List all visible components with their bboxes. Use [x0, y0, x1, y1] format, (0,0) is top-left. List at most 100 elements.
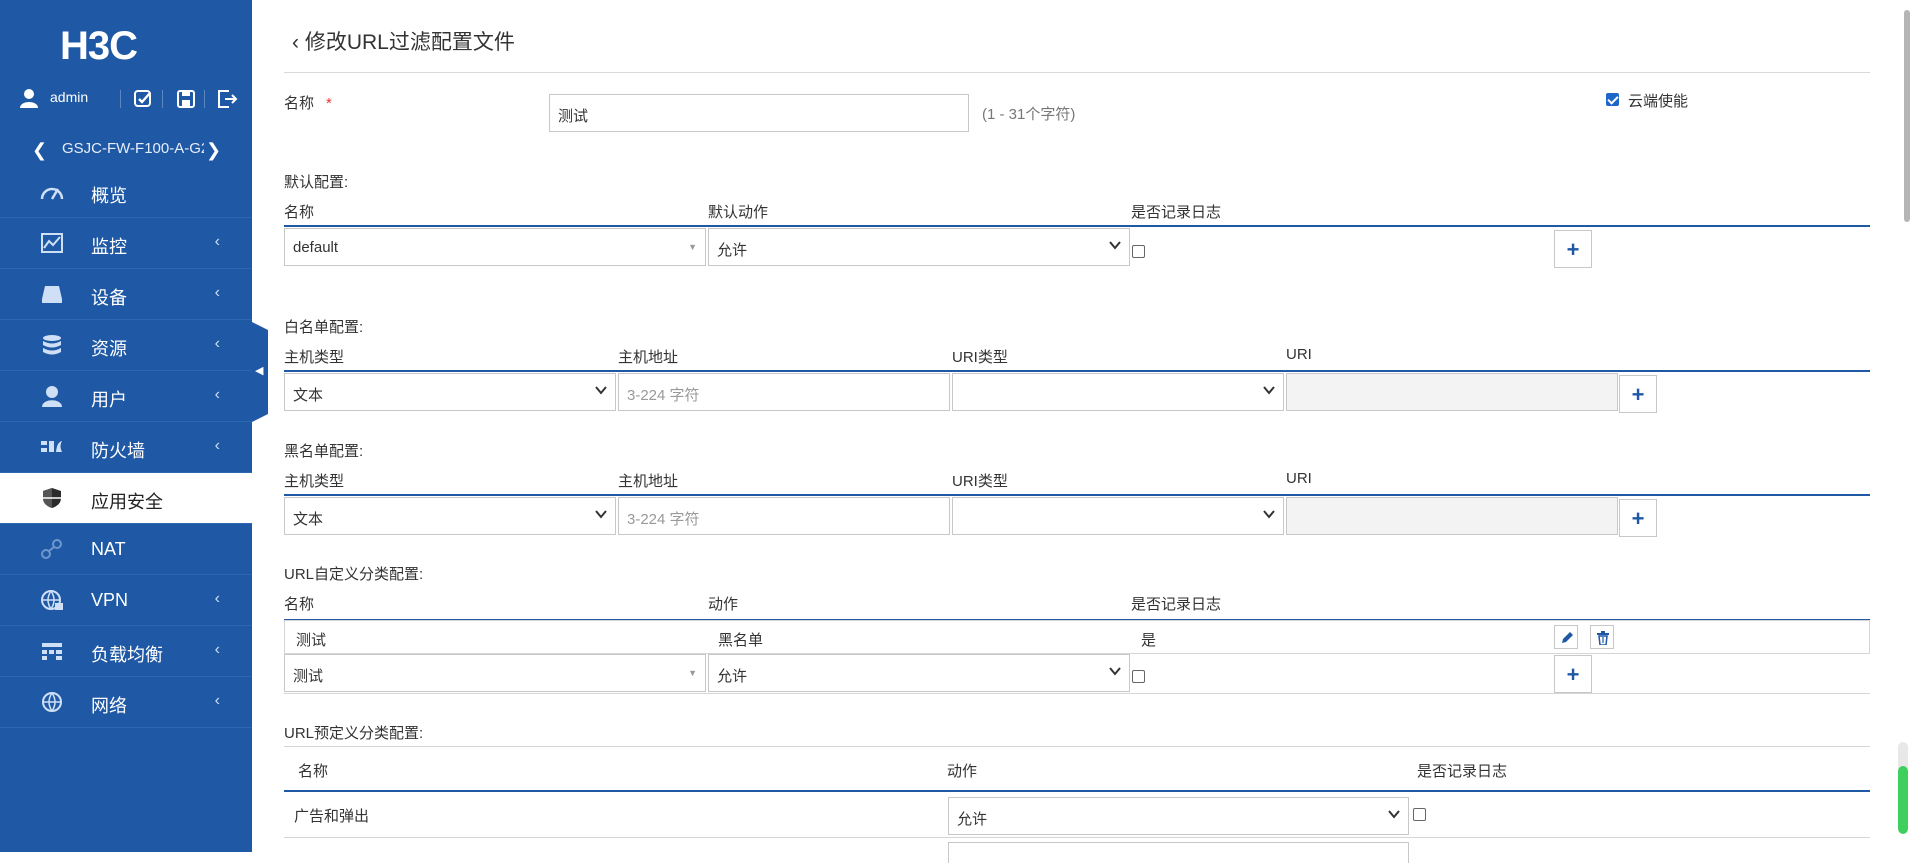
plus-icon: + — [1566, 662, 1580, 687]
custom-name-select[interactable]: 测试 ▼ — [284, 654, 706, 692]
delete-button[interactable] — [1590, 625, 1614, 649]
cloud-enable-checkbox[interactable] — [1606, 93, 1619, 106]
predef-action-select-next[interactable] — [948, 842, 1409, 863]
user-icon — [42, 386, 62, 407]
col-uri: URI — [1286, 346, 1312, 363]
nat-icon — [41, 539, 62, 559]
divider — [120, 90, 121, 108]
add-custom-button[interactable]: + — [1554, 655, 1592, 693]
custom-action-select[interactable]: 允许 — [708, 654, 1130, 692]
chevron-left-icon: ‹ — [214, 233, 220, 250]
main-menu: 概览 监控 ‹ 设备 ‹ 资源 ‹ 用户 ‹ 防火墙 ‹ 应用安全 NAT VP… — [0, 167, 252, 728]
col-uri: URI — [1286, 470, 1312, 487]
main-content: ‹ 修改URL过滤配置文件 名称 * 测试 (1 - 31个字符) 云端使能 默认… — [284, 0, 1874, 863]
menu-item-device[interactable]: 设备 ‹ — [0, 269, 252, 320]
page-scrollbar[interactable] — [1901, 0, 1911, 852]
plus-icon: + — [1566, 237, 1580, 262]
menu-item-load-balance[interactable]: 负载均衡 ‹ — [0, 626, 252, 677]
menu-item-resource[interactable]: 资源 ‹ — [0, 320, 252, 371]
svg-text:H3C: H3C — [60, 26, 137, 64]
name-hint: (1 - 31个字符) — [982, 106, 1076, 123]
col-host-type: 主机类型 — [284, 473, 345, 490]
blacklist-host-type-select[interactable]: 文本 — [284, 497, 616, 535]
col-name: 名称 — [298, 763, 329, 780]
menu-item-firewall[interactable]: 防火墙 ‹ — [0, 422, 252, 473]
default-log-checkbox[interactable] — [1132, 245, 1145, 258]
logout-icon[interactable] — [216, 88, 238, 110]
trash-icon — [1597, 631, 1609, 645]
chevron-left-icon: ‹ — [214, 335, 220, 352]
name-input[interactable]: 测试 — [549, 94, 969, 132]
device-selector[interactable]: ❮ GSJC-FW-F100-A-G2 ❯ — [0, 138, 252, 162]
table-row — [284, 620, 1870, 654]
menu-item-nat[interactable]: NAT — [0, 524, 252, 575]
caret-down-icon: ▼ — [688, 242, 697, 252]
back-link[interactable]: ‹ 修改URL过滤配置文件 — [292, 26, 515, 56]
cell-name: 测试 — [296, 632, 327, 649]
whitelist-host-addr-input[interactable]: 3-224 字符 — [618, 373, 950, 411]
custom-log-checkbox[interactable] — [1132, 670, 1145, 683]
plus-icon: + — [1631, 382, 1645, 407]
blacklist-title: 黑名单配置: — [284, 443, 364, 460]
floppy-save-icon[interactable] — [175, 88, 197, 110]
chevron-down-icon — [1388, 810, 1400, 819]
whitelist-uri-input[interactable] — [1286, 373, 1618, 411]
menu-item-network[interactable]: 网络 ‹ — [0, 677, 252, 728]
whitelist-host-type-select[interactable]: 文本 — [284, 373, 616, 411]
col-name: 名称 — [284, 596, 315, 613]
dashboard-icon — [40, 187, 64, 200]
add-whitelist-button[interactable]: + — [1619, 375, 1657, 413]
prev-device-icon[interactable]: ❮ — [32, 140, 47, 161]
user-icon — [20, 89, 38, 108]
blacklist-host-addr-input[interactable]: 3-224 字符 — [618, 497, 950, 535]
col-host-addr: 主机地址 — [618, 349, 679, 366]
menu-item-vpn[interactable]: VPN ‹ — [0, 575, 252, 626]
add-blacklist-button[interactable]: + — [1619, 499, 1657, 537]
sidebar-collapse-toggle[interactable]: ◀ — [252, 322, 268, 422]
whitelist-uri-type-select[interactable] — [952, 373, 1284, 411]
divider — [284, 72, 1870, 73]
chevron-down-icon — [1109, 667, 1121, 676]
chevron-down-icon — [1109, 241, 1121, 250]
menu-item-app-security[interactable]: 应用安全 — [0, 473, 252, 524]
col-uri-type: URI类型 — [952, 349, 1008, 366]
col-log: 是否记录日志 — [1131, 204, 1222, 221]
header-underline — [284, 225, 1870, 227]
default-name-select[interactable]: default ▼ — [284, 228, 706, 266]
required-mark: * — [326, 95, 332, 112]
divider — [284, 693, 1870, 694]
menu-item-monitor[interactable]: 监控 ‹ — [0, 218, 252, 269]
monitor-icon — [41, 233, 63, 253]
save-config-icon[interactable] — [132, 88, 154, 110]
col-uri-type: URI类型 — [952, 473, 1008, 490]
caret-down-icon: ▼ — [688, 668, 697, 678]
col-action: 动作 — [947, 763, 978, 780]
divider — [284, 746, 1870, 747]
cell-log: 是 — [1141, 632, 1157, 649]
username: admin — [50, 89, 89, 105]
predef-action-select[interactable]: 允许 — [948, 797, 1409, 835]
header-underline — [284, 494, 1870, 496]
cell-name: 广告和弹出 — [294, 808, 370, 825]
whitelist-title: 白名单配置: — [284, 319, 364, 336]
chevron-left-icon: ‹ — [292, 31, 305, 54]
add-default-button[interactable]: + — [1554, 230, 1592, 268]
col-host-type: 主机类型 — [284, 349, 345, 366]
edit-button[interactable] — [1554, 625, 1578, 649]
menu-item-user[interactable]: 用户 ‹ — [0, 371, 252, 422]
header-underline — [284, 790, 1870, 792]
blacklist-uri-input[interactable] — [1286, 497, 1618, 535]
menu-item-overview[interactable]: 概览 — [0, 167, 252, 218]
blacklist-uri-type-select[interactable] — [952, 497, 1284, 535]
header-underline — [284, 370, 1870, 372]
chevron-left-icon: ‹ — [214, 284, 220, 301]
default-config-title: 默认配置: — [284, 174, 349, 191]
scrollbar-thumb[interactable] — [1904, 10, 1910, 222]
chevron-left-icon: ‹ — [214, 590, 220, 607]
h3c-logo: H3C — [60, 26, 138, 64]
next-device-icon[interactable]: ❯ — [206, 140, 221, 161]
name-label: 名称 * — [284, 95, 332, 112]
predef-log-checkbox[interactable] — [1413, 808, 1426, 821]
default-action-select[interactable]: 允许 — [708, 228, 1130, 266]
page-title: 修改URL过滤配置文件 — [304, 31, 515, 54]
